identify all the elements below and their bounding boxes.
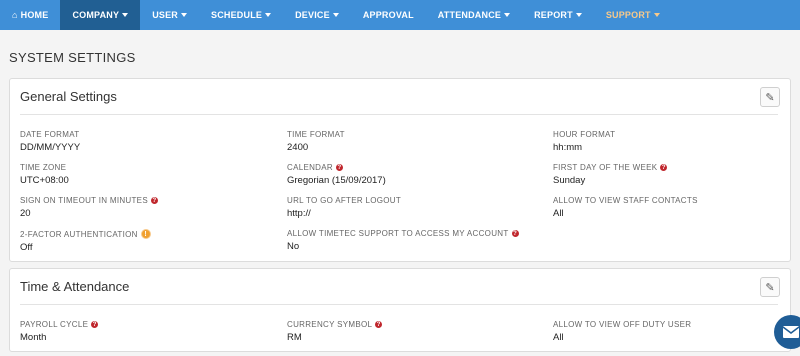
nav-schedule-label: SCHEDULE — [211, 10, 263, 20]
nav-home[interactable]: ⌂ HOME — [0, 0, 60, 30]
field-time-format: TIME FORMAT 2400 — [287, 130, 345, 153]
general-settings-panel: General Settings ✎ DATE FORMAT DD/MM/YYY… — [9, 78, 791, 262]
question-icon[interactable]: ? — [150, 197, 158, 204]
home-icon: ⌂ — [12, 10, 18, 20]
field-calendar: CALENDAR? Gregorian (15/09/2017) — [287, 163, 386, 186]
time-attendance-panel: Time & Attendance ✎ PAYROLL CYCLE? Month… — [9, 268, 791, 352]
field-value: No — [287, 241, 300, 252]
question-icon[interactable]: ? — [660, 164, 668, 171]
field-label: ALLOW TIMETEC SUPPORT TO ACCESS MY ACCOU… — [287, 229, 509, 238]
field-label: TIME FORMAT — [287, 130, 345, 139]
panel-header: Time & Attendance ✎ — [10, 269, 790, 305]
field-value: All — [553, 208, 564, 219]
caret-down-icon — [504, 13, 511, 17]
nav-device-label: DEVICE — [295, 10, 330, 20]
field-timetec-support-access: ALLOW TIMETEC SUPPORT TO ACCESS MY ACCOU… — [287, 229, 519, 252]
field-value: Gregorian (15/09/2017) — [287, 175, 386, 186]
nav-report[interactable]: REPORT — [522, 0, 594, 30]
panel-title: General Settings — [20, 89, 117, 104]
field-value: RM — [287, 332, 302, 343]
question-icon[interactable]: ? — [511, 230, 519, 237]
envelope-icon — [782, 326, 800, 338]
nav-attendance[interactable]: ATTENDANCE — [426, 0, 522, 30]
field-label: 2-FACTOR AUTHENTICATION — [20, 229, 138, 239]
field-payroll-cycle: PAYROLL CYCLE? Month — [20, 320, 99, 343]
caret-down-icon — [653, 13, 660, 17]
field-view-off-duty-user: ALLOW TO VIEW OFF DUTY USER All — [553, 320, 691, 343]
nav-support[interactable]: SUPPORT — [594, 0, 672, 30]
nav-attendance-label: ATTENDANCE — [437, 10, 502, 20]
nav-support-label: SUPPORT — [605, 10, 651, 20]
field-value: Off — [20, 242, 33, 253]
nav-company[interactable]: COMPANY — [60, 0, 141, 30]
field-value: UTC+08:00 — [20, 175, 69, 186]
warning-icon[interactable]: ! — [140, 229, 151, 239]
field-label: CALENDAR — [287, 163, 333, 172]
nav-user-label: USER — [152, 10, 178, 20]
nav-company-label: COMPANY — [72, 10, 120, 20]
field-value: DD/MM/YYYY — [20, 142, 81, 153]
field-value: 2400 — [287, 142, 309, 153]
field-sign-on-timeout: SIGN ON TIMEOUT IN MINUTES? 20 — [20, 196, 158, 219]
field-value: Sunday — [553, 175, 586, 186]
edit-button[interactable]: ✎ — [760, 87, 780, 107]
divider — [20, 304, 778, 305]
field-value: http:// — [287, 208, 311, 219]
question-icon[interactable]: ? — [91, 321, 99, 328]
field-value: hh:mm — [553, 142, 583, 153]
field-value: Month — [20, 332, 47, 343]
field-2fa: 2-FACTOR AUTHENTICATION! Off — [20, 229, 151, 253]
field-label: URL TO GO AFTER LOGOUT — [287, 196, 402, 205]
field-value: All — [553, 332, 564, 343]
field-url-after-logout: URL TO GO AFTER LOGOUT http:// — [287, 196, 401, 219]
nav-report-label: REPORT — [534, 10, 573, 20]
field-view-staff-contacts: ALLOW TO VIEW STAFF CONTACTS All — [553, 196, 698, 219]
question-icon[interactable]: ? — [335, 164, 343, 171]
field-hour-format: HOUR FORMAT hh:mm — [553, 130, 615, 153]
caret-down-icon — [181, 13, 187, 17]
chat-button[interactable] — [774, 315, 800, 349]
nav-user[interactable]: USER — [140, 0, 199, 30]
divider — [20, 114, 778, 115]
panel-header: General Settings ✎ — [10, 79, 790, 115]
field-time-zone: TIME ZONE UTC+08:00 — [20, 163, 69, 186]
nav-approval[interactable]: APPROVAL — [351, 0, 426, 30]
field-label: HOUR FORMAT — [553, 130, 616, 139]
field-label: ALLOW TO VIEW STAFF CONTACTS — [553, 196, 698, 205]
caret-down-icon — [332, 13, 339, 17]
field-label: CURRENCY SYMBOL — [287, 320, 373, 329]
question-icon[interactable]: ? — [375, 321, 383, 328]
field-label: ALLOW TO VIEW OFF DUTY USER — [553, 320, 692, 329]
caret-down-icon — [122, 13, 129, 17]
field-date-format: DATE FORMAT DD/MM/YYYY — [20, 130, 80, 153]
field-label: DATE FORMAT — [20, 130, 80, 139]
caret-down-icon — [265, 13, 272, 17]
nav-schedule[interactable]: SCHEDULE — [199, 0, 283, 30]
field-label: SIGN ON TIMEOUT IN MINUTES — [20, 196, 148, 205]
field-label: FIRST DAY OF THE WEEK — [553, 163, 658, 172]
field-first-day-of-week: FIRST DAY OF THE WEEK? Sunday — [553, 163, 668, 186]
caret-down-icon — [575, 13, 582, 17]
nav-approval-label: APPROVAL — [362, 10, 414, 20]
pencil-icon: ✎ — [765, 281, 775, 294]
field-currency-symbol: CURRENCY SYMBOL? RM — [287, 320, 383, 343]
page-title: SYSTEM SETTINGS — [9, 50, 136, 65]
field-label: TIME ZONE — [20, 163, 67, 172]
nav-home-label: HOME — [20, 10, 49, 20]
panel-title: Time & Attendance — [20, 279, 130, 294]
pencil-icon: ✎ — [765, 91, 775, 104]
nav-device[interactable]: DEVICE — [283, 0, 351, 30]
edit-button[interactable]: ✎ — [760, 277, 780, 297]
top-navbar: ⌂ HOME COMPANY USER SCHEDULE DEVICE APPR… — [0, 0, 800, 30]
field-label: PAYROLL CYCLE — [20, 320, 89, 329]
field-value: 20 — [20, 208, 31, 219]
